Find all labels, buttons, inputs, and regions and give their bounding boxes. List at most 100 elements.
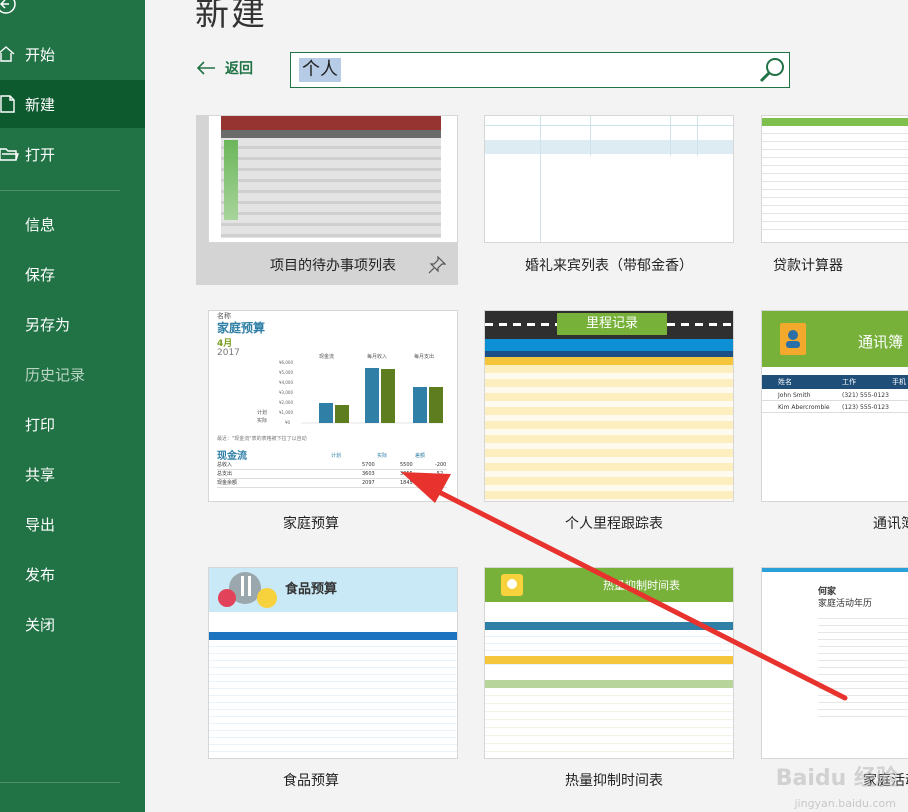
sidebar-item-account[interactable]: 帐户 — [0, 795, 145, 812]
search-icon[interactable] — [757, 55, 787, 85]
sidebar-item-print[interactable]: 打印 — [0, 400, 145, 448]
food-title: 食品预算 — [285, 582, 338, 597]
bar — [381, 369, 395, 423]
sidebar-item-label: 信息 — [25, 215, 56, 234]
bar — [413, 387, 427, 423]
contacts-col: 工作 — [842, 378, 856, 386]
cashflow-rows: 总收入 5700 5500 -200 总支出 3603 3655 -52 现金余… — [217, 461, 447, 488]
template-tile-wedding-guests[interactable]: 婚礼来宾列表（带郁金香） — [472, 115, 734, 285]
sidebar-item-publish[interactable]: 发布 — [0, 550, 145, 598]
template-label: 家庭预算 — [283, 516, 339, 532]
bar — [335, 405, 349, 423]
cash-row-diff: -200 — [435, 462, 447, 468]
sidebar-item-label: 历史记录 — [25, 365, 86, 384]
main-panel: 新建 返回 个人 项目的待办事项列表 婚礼来宾列表（带郁金香） 贷款计算器 名称… — [145, 0, 908, 812]
cash-row-label: 总收入 — [217, 462, 233, 468]
calorie-title: 热量抑制时间表 — [603, 579, 680, 592]
contact-work: (321) 555-0123 — [842, 392, 889, 399]
budget-bar-chart: ¥6,000 ¥5,000 ¥4,000 ¥3,000 ¥2,000 ¥1,00… — [279, 360, 444, 425]
sidebar-item-share[interactable]: 共享 — [0, 450, 145, 498]
cash-row-plan: 3603 — [362, 471, 375, 477]
template-thumbnail: 里程记录 — [484, 310, 734, 502]
sidebar-item-history[interactable]: 历史记录 — [0, 350, 145, 398]
bar — [319, 403, 333, 423]
sidebar-item-label: 保存 — [25, 265, 56, 284]
sidebar-divider — [0, 782, 120, 783]
search-input[interactable]: 个人 — [299, 58, 341, 82]
sidebar-item-label: 共享 — [25, 465, 56, 484]
arrow-left-icon — [196, 61, 215, 75]
cash-col: 差额 — [415, 453, 426, 459]
y-tick: ¥6,000 — [279, 360, 293, 365]
cash-row-actual: 3655 — [400, 471, 413, 477]
calendar-title: 家庭活动年历 — [818, 599, 873, 609]
contact-name: John Smith — [778, 392, 811, 399]
sidebar-item-open[interactable]: 打开 — [0, 130, 145, 178]
sidebar-item-label: 新建 — [25, 95, 56, 114]
sidebar-item-export[interactable]: 导出 — [0, 500, 145, 548]
new-doc-icon — [0, 95, 15, 113]
template-tile-todo[interactable]: 项目的待办事项列表 — [196, 115, 458, 285]
sidebar-item-save-as[interactable]: 另存为 — [0, 300, 145, 348]
sidebar-item-new[interactable]: 新建 — [0, 80, 145, 128]
budget-note: 最近："现金流"表的表格被下拉了以自动 — [217, 436, 307, 442]
food-illustration-icon — [218, 572, 277, 608]
template-search-box[interactable]: 个人 — [290, 52, 790, 88]
contacts-header-row: 姓名 工作 手机 — [762, 375, 908, 389]
template-label: 热量抑制时间表 — [565, 773, 663, 789]
back-label: 返回 — [225, 61, 253, 77]
template-tile-food-budget[interactable]: 食品预算 食品预算 — [196, 567, 458, 789]
y-tick: ¥3,000 — [279, 390, 293, 395]
cash-row-plan: 5700 — [362, 462, 375, 468]
template-tile-loan-calculator[interactable]: 贷款计算器 — [749, 115, 908, 285]
template-tile-family-calendar[interactable]: 何家 家庭活动年历 家庭活动日历 — [749, 567, 908, 789]
bar — [429, 387, 443, 423]
budget-title: 家庭预算 — [217, 321, 266, 335]
back-button[interactable]: 返回 — [195, 58, 253, 78]
template-tile-mileage[interactable]: 里程记录 个人里程跟踪表 — [472, 310, 734, 532]
folder-icon — [0, 148, 19, 161]
backstage-sidebar: 开始 新建 打开 信息 保存 另存为 历史记录 打印 共享 导出 发布 关闭 — [0, 0, 145, 812]
y-tick: ¥1,000 — [279, 410, 293, 415]
template-label: 通讯簿 — [873, 516, 908, 532]
home-icon — [0, 46, 15, 62]
sidebar-item-home[interactable]: 开始 — [0, 30, 145, 78]
mileage-title: 里程记录 — [557, 313, 667, 335]
template-tile-calorie[interactable]: 热量抑制时间表 热量抑制时间表 — [472, 567, 734, 789]
page-title: 新建 — [195, 0, 267, 34]
sidebar-item-info[interactable]: 信息 — [0, 200, 145, 248]
template-thumbnail — [761, 115, 908, 243]
sidebar-item-label: 帐户 — [25, 809, 55, 812]
pin-icon[interactable] — [428, 256, 446, 274]
sidebar-item-label: 关闭 — [25, 615, 56, 634]
sidebar-item-label: 打印 — [25, 415, 56, 434]
contacts-col: 手机 — [892, 378, 906, 386]
watermark: Baidu 经验 — [775, 766, 898, 791]
template-label: 食品预算 — [283, 773, 339, 789]
legend-plan: 计划 — [257, 410, 268, 416]
y-tick: ¥4,000 — [279, 380, 293, 385]
cash-row-label: 现金余额 — [217, 480, 238, 486]
template-label: 贷款计算器 — [773, 258, 843, 274]
sidebar-item-label: 发布 — [25, 565, 56, 584]
cash-col: 计划 — [331, 453, 342, 459]
sidebar-item-save[interactable]: 保存 — [0, 250, 145, 298]
template-tile-family-budget[interactable]: 名称 家庭预算 4月 2017 现金流 每月收入 每月支出 ¥6,000 ¥5,… — [196, 310, 458, 532]
sidebar-item-label: 开始 — [25, 45, 56, 64]
template-thumbnail: 热量抑制时间表 — [484, 567, 734, 759]
back-circle-icon[interactable] — [0, 0, 18, 16]
bar — [365, 368, 379, 423]
contact-book-icon — [780, 323, 806, 355]
cash-row-diff: -52 — [435, 471, 444, 477]
excel-backstage: 开始 新建 打开 信息 保存 另存为 历史记录 打印 共享 导出 发布 关闭 新… — [0, 0, 908, 812]
y-tick: ¥5,000 — [279, 370, 293, 375]
template-thumbnail — [208, 115, 458, 243]
scale-icon — [501, 574, 523, 596]
sidebar-item-close[interactable]: 关闭 — [0, 600, 145, 648]
watermark-sub: jingyan.baidu.com — [794, 797, 896, 810]
cash-row-label: 总支出 — [217, 471, 233, 477]
template-thumbnail: 何家 家庭活动年历 — [761, 567, 908, 759]
template-tile-address-book[interactable]: 通讯簿 姓名 工作 手机 John Smith (321) 555-0123 K… — [749, 310, 908, 532]
contact-name: Kim Abercrombie — [778, 404, 830, 411]
contacts-title: 通讯簿 — [858, 333, 904, 351]
